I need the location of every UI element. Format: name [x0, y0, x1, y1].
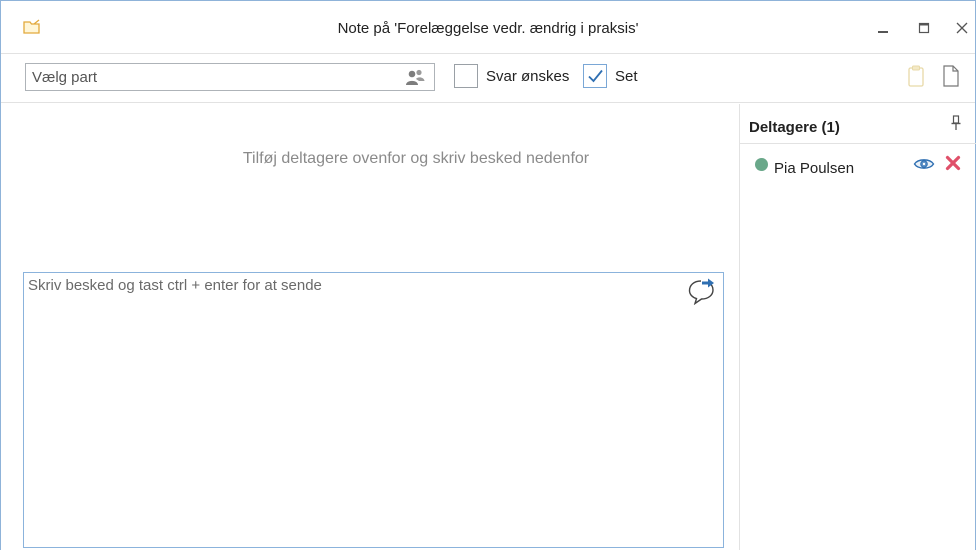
svar-oenskes-checkbox[interactable]	[454, 64, 478, 88]
toolbar: Svar ønskes Set	[1, 53, 975, 103]
minimize-icon	[878, 31, 888, 33]
window-title: Note på 'Forelæggelse vedr. ændrig i pra…	[337, 20, 639, 37]
message-box[interactable]	[23, 272, 724, 548]
conversation-area: Tilføj deltagere ovenfor og skriv besked…	[1, 104, 739, 550]
party-picker[interactable]	[25, 63, 435, 91]
empty-hint: Tilføj deltagere ovenfor og skriv besked…	[242, 150, 590, 167]
participants-header: Deltagere (1)	[740, 104, 976, 144]
participant-row[interactable]: Pia Poulsen	[740, 150, 976, 180]
pin-icon[interactable]	[950, 115, 962, 131]
message-input[interactable]	[28, 277, 678, 537]
set-checkbox[interactable]	[583, 64, 607, 88]
checkmark-icon	[588, 69, 603, 83]
note-window: Note på 'Forelæggelse vedr. ændrig i pra…	[0, 0, 976, 550]
status-indicator	[755, 158, 768, 171]
set-label: Set	[615, 68, 638, 85]
document-icon[interactable]	[942, 65, 960, 87]
clipboard-icon[interactable]	[907, 65, 925, 87]
maximize-button[interactable]	[908, 13, 940, 43]
eye-icon[interactable]	[913, 156, 935, 172]
people-icon[interactable]	[404, 68, 426, 86]
close-button[interactable]	[946, 13, 976, 43]
title-bar: Note på 'Forelæggelse vedr. ændrig i pra…	[1, 1, 975, 51]
send-message-icon[interactable]	[687, 277, 717, 305]
participant-name: Pia Poulsen	[774, 160, 855, 177]
svar-oenskes-label: Svar ønskes	[486, 68, 570, 85]
remove-participant-icon[interactable]	[945, 155, 961, 171]
party-search-input[interactable]	[32, 64, 392, 90]
minimize-button[interactable]	[867, 13, 899, 43]
maximize-icon	[918, 22, 930, 34]
participants-panel: Deltagere (1) Pia Poulsen	[739, 104, 976, 550]
close-icon	[956, 22, 968, 34]
participants-title: Deltagere (1)	[749, 119, 840, 136]
